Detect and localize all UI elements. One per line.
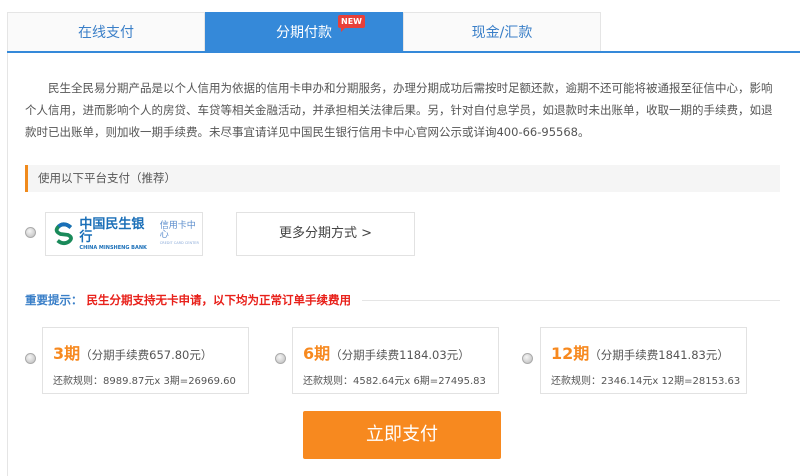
intro-text: 民生全民易分期产品是以个人信用为依据的信用卡申办和分期服务，办理分期成功后需按时… <box>25 81 773 139</box>
tab-online-payment[interactable]: 在线支付 <box>7 12 205 52</box>
note-text: 民生分期支持无卡申请，以下均为正常订单手续费用 <box>86 293 352 307</box>
bank-sub-cn: 信用卡中心 <box>159 221 196 241</box>
plan-period: 3期 <box>53 344 81 363</box>
bank-logo-icon <box>54 222 73 246</box>
pay-now-button[interactable]: 立即支付 <box>303 411 501 459</box>
plan-fee: （分期手续费657.80元） <box>80 348 213 362</box>
tab-installment[interactable]: 分期付款 NEW <box>205 12 403 52</box>
minsheng-bank-logo[interactable]: 中国民生银行 CHINA MINSHENG BANK 信用卡中心 CREDIT … <box>45 212 203 256</box>
bank-name-cn: 中国民生银行 <box>79 216 145 245</box>
bank-name-en: CHINA MINSHENG BANK <box>79 244 147 251</box>
section-header: 使用以下平台支付（推荐） <box>25 165 780 192</box>
plan-rule: 还款规则：4582.64元x 6期=27495.83 <box>303 376 486 387</box>
plan-period: 12期 <box>551 344 590 363</box>
divider <box>362 300 780 301</box>
more-installment-button[interactable]: 更多分期方式 > <box>236 212 415 256</box>
tab-label: 现金/汇款 <box>471 25 533 41</box>
important-note: 重要提示： 民生分期支持无卡申请，以下均为正常订单手续费用 <box>25 292 351 308</box>
tab-cash-remittance[interactable]: 现金/汇款 <box>403 12 601 52</box>
plan-radio-6[interactable] <box>275 353 286 364</box>
bank-sub-en: CREDIT CARD CENTER <box>159 241 199 246</box>
tab-label: 在线支付 <box>78 25 134 41</box>
note-label: 重要提示： <box>25 293 83 307</box>
plan-period: 6期 <box>303 344 331 363</box>
tab-label: 分期付款 <box>276 25 332 41</box>
plan-card-3[interactable]: 3期（分期手续费657.80元） 还款规则：8989.87元x 3期=26969… <box>42 327 249 394</box>
plan-rule: 还款规则：8989.87元x 3期=26969.60 <box>53 376 236 387</box>
tab-underline <box>7 51 800 53</box>
plan-fee: （分期手续费1184.03元） <box>330 348 470 362</box>
plan-radio-12[interactable] <box>522 353 533 364</box>
new-badge: NEW <box>338 15 365 32</box>
plan-card-12[interactable]: 12期（分期手续费1841.83元） 还款规则：2346.14元x 12期=28… <box>540 327 747 394</box>
content-border <box>7 53 8 476</box>
plan-rule: 还款规则：2346.14元x 12期=28153.63 <box>551 376 741 387</box>
plan-radio-3[interactable] <box>25 353 36 364</box>
plan-fee: （分期手续费1841.83元） <box>589 348 729 362</box>
bank-radio[interactable] <box>25 227 36 238</box>
plan-card-6[interactable]: 6期（分期手续费1184.03元） 还款规则：4582.64元x 6期=2749… <box>292 327 499 394</box>
